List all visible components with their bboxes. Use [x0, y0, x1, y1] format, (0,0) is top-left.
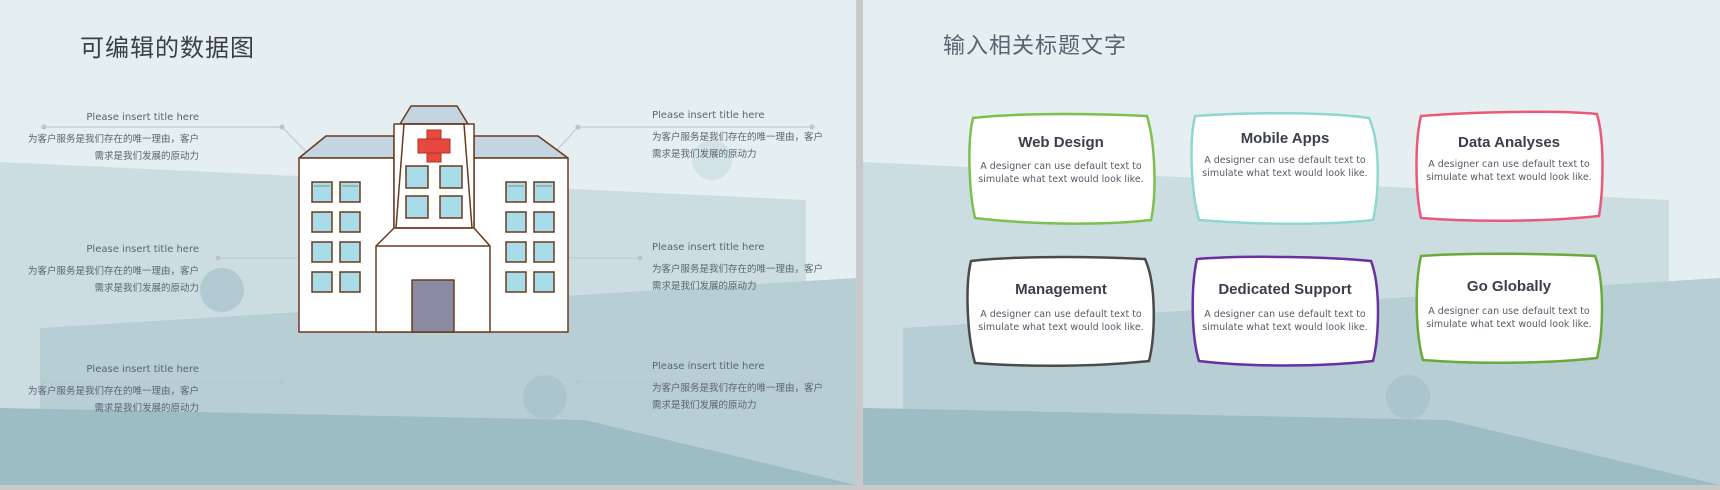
card-title: Dedicated Support [1218, 281, 1352, 298]
card-desc: A designer can use default text to simul… [978, 309, 1144, 333]
card-title: Web Design [1018, 134, 1104, 151]
background-bands [863, 162, 1720, 485]
info-desc: 为客户服务是我们存在的唯一理由，客户需求是我们发展的原动力 [652, 132, 824, 160]
info-desc: 为客户服务是我们存在的唯一理由，客户需求是我们发展的原动力 [27, 266, 199, 294]
info-title: Please insert title here [652, 361, 765, 372]
info-title: Please insert title here [652, 110, 765, 121]
card-desc: A designer can use default text to simul… [1202, 309, 1368, 333]
info-title: Please insert title here [86, 112, 199, 123]
info-desc: 为客户服务是我们存在的唯一理由，客户需求是我们发展的原动力 [652, 264, 824, 292]
info-block-right-3: Please insert title here 为客户服务是我们存在的唯一理由… [652, 361, 827, 414]
card-title: Mobile Apps [1240, 130, 1330, 147]
info-block-left-3: Please insert title here 为客户服务是我们存在的唯一理由… [24, 364, 199, 417]
card-desc: A designer can use default text to simul… [978, 161, 1144, 185]
card-web-design: Web Design A designer can use default te… [965, 112, 1157, 226]
card-desc: A designer can use default text to simul… [1202, 155, 1368, 179]
card-management: Management A designer can use default te… [965, 255, 1157, 369]
info-block-right-1: Please insert title here 为客户服务是我们存在的唯一理由… [652, 110, 827, 163]
card-desc: A designer can use default text to simul… [1426, 159, 1592, 183]
card-title: Data Analyses [1458, 134, 1560, 151]
info-block-right-2: Please insert title here 为客户服务是我们存在的唯一理由… [652, 242, 827, 295]
info-desc: 为客户服务是我们存在的唯一理由，客户需求是我们发展的原动力 [27, 386, 199, 414]
page-title: 输入相关标题文字 [943, 34, 1128, 59]
info-block-left-1: Please insert title here 为客户服务是我们存在的唯一理由… [24, 112, 199, 165]
card-desc: A designer can use default text to simul… [1426, 306, 1592, 330]
info-title: Please insert title here [652, 242, 765, 253]
card-title: Go Globally [1466, 278, 1552, 295]
info-block-left-2: Please insert title here 为客户服务是我们存在的唯一理由… [24, 244, 199, 297]
info-title: Please insert title here [86, 244, 199, 255]
info-title: Please insert title here [86, 364, 199, 375]
card-title: Management [1015, 281, 1107, 298]
card-go-globally: Go Globally A designer can use default t… [1413, 252, 1605, 366]
info-desc: 为客户服务是我们存在的唯一理由，客户需求是我们发展的原动力 [27, 134, 199, 162]
slide-right: 输入相关标题文字 Web Design A designer can use d… [863, 0, 1720, 485]
page-title: 可编辑的数据图 [80, 34, 255, 62]
hospital-icon [298, 105, 569, 333]
card-data-analyses: Data Analyses A designer can use default… [1413, 110, 1605, 224]
slide-left: 可编辑的数据图 Please insert title here 为客户服务是我… [0, 0, 856, 485]
card-mobile-apps: Mobile Apps A designer can use default t… [1189, 112, 1381, 226]
card-dedicated-support: Dedicated Support A designer can use def… [1189, 255, 1381, 369]
info-desc: 为客户服务是我们存在的唯一理由，客户需求是我们发展的原动力 [652, 383, 824, 411]
